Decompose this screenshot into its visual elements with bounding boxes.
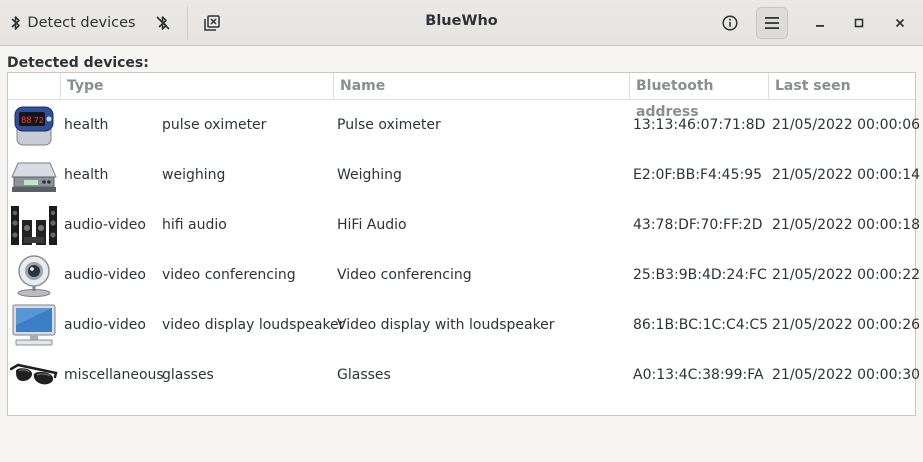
table-row[interactable]: 88 72 health pulse oximeter Pulse oximet… [8,100,920,150]
cell-last-seen: 21/05/2022 00:00:06 [772,117,921,133]
weighing-scale-icon [11,162,57,192]
detect-devices-label: Detect devices [27,15,136,31]
close-icon [895,18,905,28]
header-bar: Detect devices BlueWho [0,0,923,46]
table-row[interactable]: audio-video hifi audio HiFi Audio 43:78:… [8,200,920,250]
svg-text:72: 72 [34,116,44,125]
column-header-name[interactable]: Name [333,73,629,99]
cell-type: miscellaneous [64,367,164,383]
cell-name: Video conferencing [337,267,472,283]
maximize-icon [854,18,864,28]
glasses-icon [10,363,58,385]
detect-devices-button[interactable]: Detect devices [10,7,136,39]
cell-subtype: hifi audio [162,217,227,233]
cell-type: audio-video [64,217,146,233]
devices-list[interactable]: Type Name Bluetooth address Last seen 88… [7,72,920,416]
cell-type: health [64,167,109,183]
column-header-last-seen[interactable]: Last seen [768,73,915,99]
detected-devices-label: Detected devices: [7,55,149,71]
cell-type: audio-video [64,267,146,283]
pulse-oximeter-icon: 88 72 [14,106,54,146]
table-row[interactable]: health weighing Weighing E2:0F:BB:F4:45:… [8,150,920,200]
cell-subtype: glasses [162,367,214,383]
cell-address: 13:13:46:07:71:8D [633,117,766,133]
column-header-address[interactable]: Bluetooth address [629,73,768,120]
cell-name: Pulse oximeter [337,117,441,133]
hamburger-menu-icon [765,17,779,29]
cell-type: audio-video [64,317,146,333]
table-row[interactable]: audio-video video conferencing Video con… [8,250,920,300]
cell-address: 43:78:DF:70:FF:2D [633,217,763,233]
info-icon [722,15,738,31]
hifi-speakers-icon [11,206,57,245]
bluetooth-disabled-icon [156,16,170,30]
cell-name: HiFi Audio [337,217,407,233]
bluetooth-icon [11,16,21,30]
cell-last-seen: 21/05/2022 00:00:22 [772,267,921,283]
cell-subtype: video display loudspeaker [162,317,345,333]
cell-last-seen: 21/05/2022 00:00:18 [772,217,921,233]
about-button[interactable] [714,7,746,39]
close-button[interactable] [886,7,914,39]
clear-list-icon [204,15,220,31]
cell-last-seen: 21/05/2022 00:00:14 [772,167,921,183]
cell-address: A0:13:4C:38:99:FA [633,367,764,383]
table-row[interactable]: audio-video video display loudspeaker Vi… [8,300,920,350]
cell-name: Glasses [337,367,391,383]
table-row[interactable]: miscellaneous glasses Glasses A0:13:4C:3… [8,350,920,400]
cell-address: 25:B3:9B:4D:24:FC [633,267,767,283]
cell-last-seen: 21/05/2022 00:00:30 [772,367,921,383]
cell-address: E2:0F:BB:F4:45:95 [633,167,763,183]
cell-type: health [64,117,109,133]
column-header-type[interactable]: Type [60,73,333,99]
cell-subtype: pulse oximeter [162,117,267,133]
monitor-icon [12,304,56,346]
header-separator [187,6,188,40]
cell-last-seen: 21/05/2022 00:00:26 [772,317,921,333]
clear-list-button[interactable] [196,7,228,39]
cell-name: Weighing [337,167,402,183]
cell-subtype: video conferencing [162,267,296,283]
minimize-button[interactable] [806,7,834,39]
minimize-icon [816,25,824,27]
main-menu-button[interactable] [756,7,788,39]
cell-subtype: weighing [162,167,226,183]
cell-address: 86:1B:BC:1C:C4:C5 [633,317,769,333]
maximize-button[interactable] [845,7,873,39]
bluetooth-off-button[interactable] [147,7,179,39]
cell-name: Video display with loudspeaker [337,317,555,333]
webcam-icon [17,255,51,297]
svg-text:88: 88 [21,116,32,126]
